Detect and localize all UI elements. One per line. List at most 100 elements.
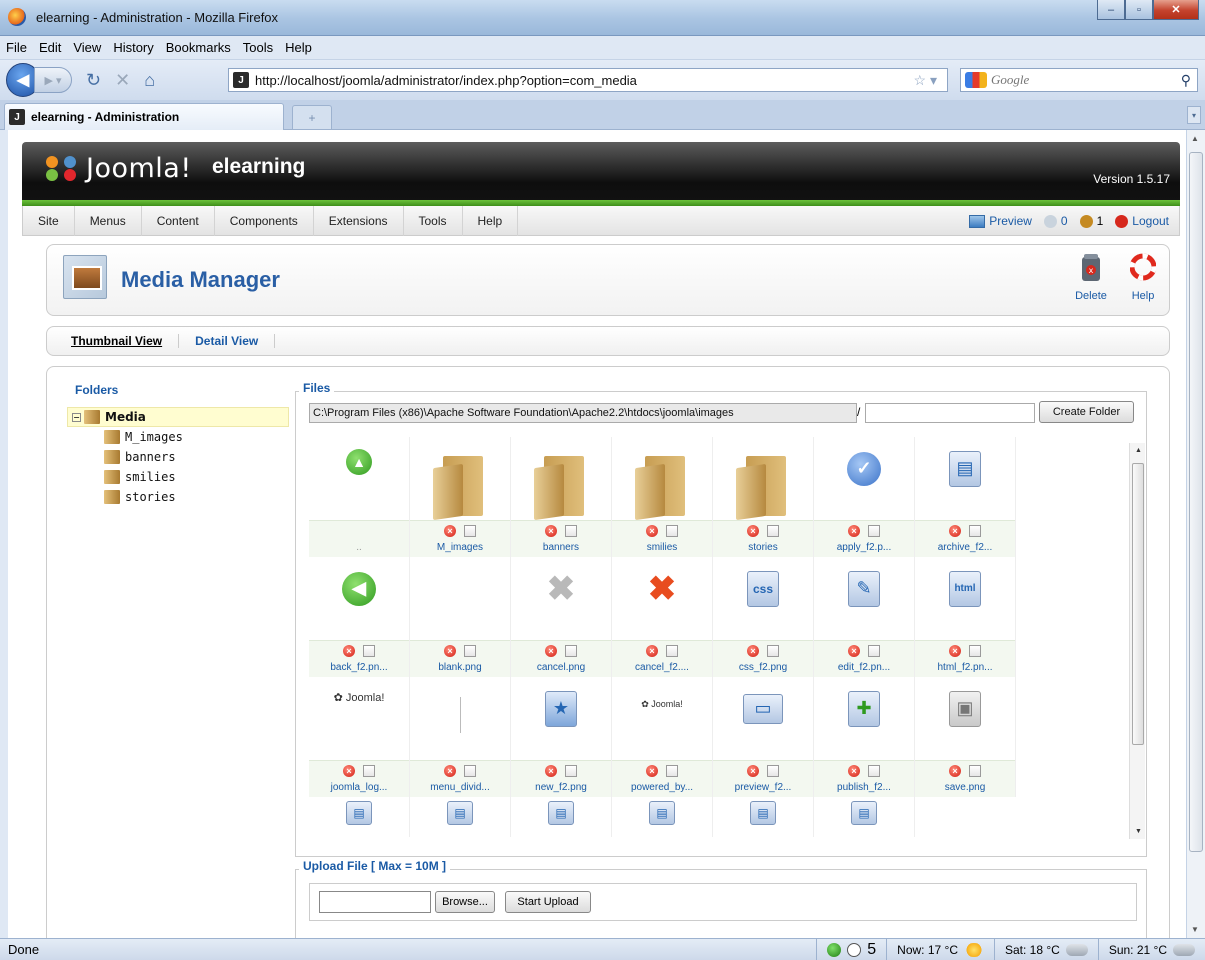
delete-x-icon[interactable]: × [848,525,860,537]
delete-x-icon[interactable]: × [747,525,759,537]
logout-link[interactable]: Logout [1115,214,1169,228]
image-thumbnail[interactable]: ▲.. [309,437,410,557]
delete-x-icon[interactable]: × [646,525,658,537]
image-thumbnail[interactable]: ▤ [612,797,713,837]
delete-x-icon[interactable]: × [343,765,355,777]
menu-divider-icon[interactable] [410,677,510,762]
apply-check-icon[interactable]: ✓ [814,437,914,522]
users-link[interactable]: 1 [1079,214,1103,228]
select-checkbox[interactable] [464,525,476,537]
select-checkbox[interactable] [868,765,880,777]
select-checkbox[interactable] [969,525,981,537]
html-globe-icon[interactable]: html [915,557,1015,642]
stop-icon[interactable]: ✕ [115,70,130,91]
image-thumbnail[interactable]: ▤ [713,797,814,837]
scroll-down-icon[interactable]: ▼ [1135,828,1142,835]
maximize-button[interactable]: ▫ [1125,0,1153,20]
delete-x-icon[interactable]: × [949,645,961,657]
menu-file[interactable]: File [6,40,27,55]
menu-bookmarks[interactable]: Bookmarks [166,40,231,55]
tab-elearning-administration[interactable]: J elearning - Administration [4,103,284,130]
image-thumbnail[interactable]: html × html_f2.pn... [915,557,1016,677]
delete-x-icon[interactable]: × [444,765,456,777]
admin-menu-components[interactable]: Components [215,205,314,236]
image-thumbnail[interactable]: ★ × new_f2.png [511,677,612,797]
image-thumbnail[interactable]: ✿ Joomla! × joomla_log... [309,677,410,797]
select-checkbox[interactable] [767,765,779,777]
scroll-thumb[interactable] [1132,463,1144,745]
start-upload-button[interactable]: Start Upload [505,891,591,913]
image-thumbnail[interactable]: ▣ × save.png [915,677,1016,797]
tree-collapse-icon[interactable]: − [72,412,81,422]
thumbnail-name[interactable]: banners [511,542,611,553]
weather-sun[interactable]: Sun: 21 °C [1097,939,1205,960]
search-magnifier-icon[interactable]: ⚲ [1181,72,1191,89]
css-globe-icon[interactable]: css [713,557,813,642]
thumbnail-name[interactable]: archive_f2... [915,542,1015,553]
image-thumbnail[interactable]: css × css_f2.png [713,557,814,677]
page-scrollbar[interactable]: ▲ ▼ [1186,130,1205,938]
tree-item-media[interactable]: − Media [67,407,289,427]
select-checkbox[interactable] [464,645,476,657]
thumbnail-name[interactable]: css_f2.png [713,662,813,673]
search-input[interactable] [991,72,1181,88]
thumbnail-name[interactable]: save.png [915,782,1015,793]
thumbnail-name[interactable]: html_f2.pn... [915,662,1015,673]
folder-thumbnail[interactable]: × M_images [410,437,511,557]
admin-menu-menus[interactable]: Menus [75,205,142,236]
folder-icon[interactable] [612,437,712,522]
thumbnail-name[interactable]: publish_f2... [814,782,914,793]
select-checkbox[interactable] [363,645,375,657]
thumbnail-name[interactable]: .. [309,542,409,553]
menu-tools[interactable]: Tools [243,40,273,55]
bookmark-star-icon[interactable]: ☆ ▾ [914,72,937,89]
select-checkbox[interactable] [565,765,577,777]
delete-x-icon[interactable]: × [848,645,860,657]
delete-x-icon[interactable]: × [444,525,456,537]
preview-monitor-icon[interactable]: ▭ [713,677,813,762]
home-icon[interactable]: ⌂ [144,70,155,91]
page-scroll-up-icon[interactable]: ▲ [1191,134,1199,143]
thumbnail-view-link[interactable]: Thumbnail View [71,334,180,348]
detail-view-link[interactable]: Detail View [195,334,276,348]
image-thumbnail[interactable]: ✿ Joomla! × powered_by... [612,677,713,797]
select-checkbox[interactable] [868,525,880,537]
forward-button[interactable]: ▶ ▾ [34,67,72,93]
cancel-grey-x-icon[interactable]: ✖ [511,557,611,642]
admin-menu-tools[interactable]: Tools [404,205,463,236]
folder-thumbnail[interactable]: × smilies [612,437,713,557]
menu-view[interactable]: View [73,40,101,55]
image-thumbnail[interactable]: × blank.png [410,557,511,677]
admin-menu-help[interactable]: Help [463,205,519,236]
select-checkbox[interactable] [363,765,375,777]
thumbnail-scrollbar[interactable]: ▲ ▼ [1129,443,1145,839]
image-thumbnail[interactable]: ▤ [410,797,511,837]
image-thumbnail[interactable]: ◀ × back_f2.pn... [309,557,410,677]
delete-x-icon[interactable]: × [949,525,961,537]
admin-menu-extensions[interactable]: Extensions [314,205,404,236]
admin-menu-site[interactable]: Site [23,205,75,236]
select-checkbox[interactable] [969,645,981,657]
joomla-logo-icon[interactable]: ✿ Joomla! [309,677,409,762]
tab-list-chevron-icon[interactable]: ▾ [1187,106,1201,124]
thumbnail-name[interactable]: back_f2.pn... [309,662,409,673]
image-thumbnail[interactable]: ✓ × apply_f2.p... [814,437,915,557]
folder-thumbnail[interactable]: × banners [511,437,612,557]
upload-file-input[interactable] [319,891,431,913]
reload-icon[interactable]: ↻ [86,70,101,91]
thumbnail-name[interactable]: smilies [612,542,712,553]
delete-button[interactable]: x Delete [1071,253,1111,302]
menu-history[interactable]: History [113,40,153,55]
image-thumbnail[interactable]: ✎ × edit_f2.pn... [814,557,915,677]
back-arrow-icon[interactable]: ◀ [309,557,409,642]
select-checkbox[interactable] [666,765,678,777]
select-checkbox[interactable] [969,765,981,777]
address-bar[interactable]: J http://localhost/joomla/administrator/… [228,68,948,92]
scroll-up-icon[interactable]: ▲ [1135,447,1142,454]
delete-x-icon[interactable]: × [545,765,557,777]
create-folder-button[interactable]: Create Folder [1039,401,1134,423]
delete-x-icon[interactable]: × [646,765,658,777]
page-scroll-down-icon[interactable]: ▼ [1191,925,1199,934]
browse-button[interactable]: Browse... [435,891,495,913]
up-arrow-icon[interactable]: ▲ [309,437,409,522]
